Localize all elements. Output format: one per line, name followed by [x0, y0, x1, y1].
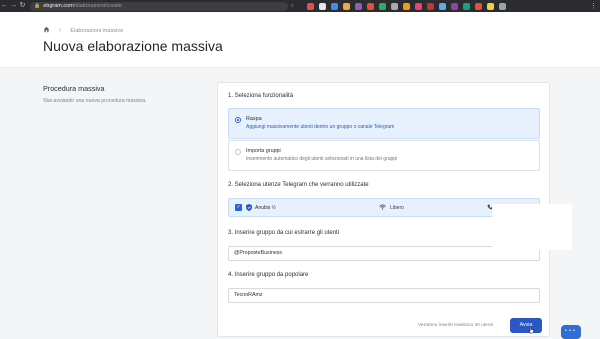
url-path: /elaborazioni/create [73, 3, 122, 9]
bookmark-star-icon[interactable]: ☆ [290, 3, 294, 9]
extension-icon[interactable] [463, 2, 471, 10]
intro-section: Procedura massiva Stai avviando una nuov… [43, 84, 203, 104]
reload-icon[interactable]: ↻ [18, 0, 27, 12]
extension-icon[interactable] [343, 2, 351, 10]
extension-icon[interactable] [319, 2, 327, 10]
verified-shield-icon [246, 204, 252, 211]
chevron-right-icon: › [59, 27, 62, 34]
account-status: Libero [390, 205, 404, 211]
home-icon[interactable] [43, 26, 50, 35]
max-users-note: Verranno inseriti massimo 40 utenti [418, 323, 493, 328]
section-title: Procedura massiva [43, 84, 105, 93]
option-description: Aggiungi massivamente utenti dentro un g… [246, 124, 395, 130]
wifi-icon [379, 204, 386, 212]
extension-icon[interactable] [451, 2, 459, 10]
extension-icon[interactable] [331, 2, 339, 10]
section-subtitle: Stai avviando una nuova procedura massiv… [43, 98, 147, 104]
browser-menu-icon[interactable]: ⋮ [590, 2, 597, 10]
target-group-input[interactable]: TecnoRAmz [228, 288, 540, 303]
extension-icon[interactable] [379, 2, 387, 10]
breadcrumb-current[interactable]: Elaborazioni massive [70, 28, 123, 34]
url-host: ebgram.com [43, 3, 74, 9]
option-importa-gruppi[interactable]: Importa gruppi Inserimento automatico de… [228, 140, 540, 171]
breadcrumb: › Elaborazioni massive [43, 26, 123, 35]
step-2-title: 2. Seleziona utenze Telegram che verrann… [228, 182, 369, 188]
back-icon[interactable]: ← [0, 0, 9, 12]
account-checkbox[interactable]: ✓ [235, 204, 242, 211]
extension-icon[interactable] [475, 2, 483, 10]
step-1-title: 1. Seleziona funzionalità [228, 93, 294, 99]
pointer-cursor-icon [528, 326, 534, 334]
extension-icon[interactable] [499, 2, 507, 10]
extension-icon[interactable] [487, 2, 495, 10]
page-header: › Elaborazioni massive Nuova elaborazion… [0, 12, 600, 68]
step-4-title: 4. Inserire gruppo da popolare [228, 272, 309, 278]
extension-icon[interactable] [391, 2, 399, 10]
forward-icon[interactable]: → [9, 0, 18, 12]
extension-icon[interactable] [415, 2, 423, 10]
option-label: Importa gruppi [246, 148, 281, 154]
page-title: Nuova elaborazione massiva [43, 38, 223, 54]
extension-icon[interactable] [403, 2, 411, 10]
radio-importa-gruppi[interactable] [235, 149, 241, 155]
extension-icons [302, 2, 507, 10]
lock-icon: 🔒 [34, 3, 41, 9]
extension-icon[interactable] [355, 2, 363, 10]
browser-toolbar: ← → ↻ 🔒 ebgram.com/elaborazioni/create ☆… [0, 0, 600, 12]
radio-raspa[interactable] [235, 117, 241, 123]
extension-icon[interactable] [427, 2, 435, 10]
option-raspa[interactable]: Raspa Aggiungi massivamente utenti dentr… [228, 108, 540, 139]
account-name: Anubis ½ [255, 205, 276, 211]
option-label: Raspa [246, 116, 262, 122]
address-bar[interactable]: 🔒 ebgram.com/elaborazioni/create [30, 1, 288, 11]
chat-icon: • • • [565, 328, 576, 334]
overlay-panel [492, 204, 572, 250]
submit-button[interactable]: Avvia [510, 318, 542, 333]
extension-icon[interactable] [367, 2, 375, 10]
option-description: Inserimento automatico degli utenti sele… [246, 156, 398, 162]
step-3-title: 3. Inserire gruppo da cui estrarre gli u… [228, 230, 340, 236]
extension-icon[interactable] [439, 2, 447, 10]
extension-icon[interactable] [307, 2, 315, 10]
